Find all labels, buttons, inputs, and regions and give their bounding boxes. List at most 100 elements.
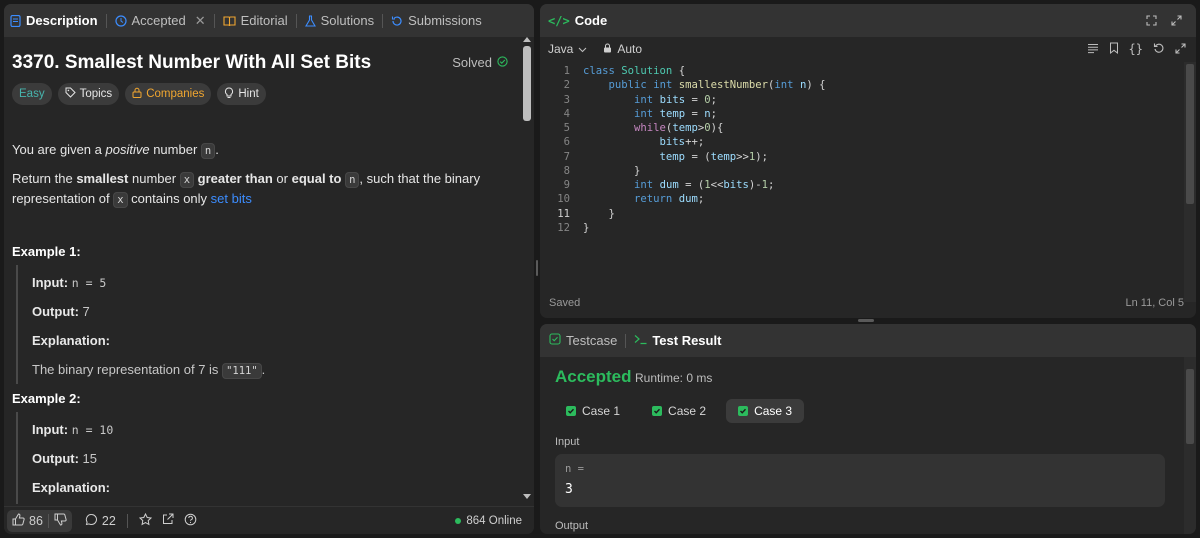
clock-icon [114,14,127,27]
case-tab-selected[interactable]: Case 3 [726,399,805,423]
output-label: Output [555,520,589,532]
fullscreen-icon[interactable] [1175,42,1186,57]
code-text: } [583,207,615,220]
input-var: n = [565,463,584,475]
code-header: </> Code [540,4,1196,37]
line-number: 6 [563,136,570,149]
like-button[interactable]: 86 [7,510,48,532]
line-number: 8 [563,164,570,177]
code-editor[interactable]: 1 class Solution {2 public int smallestNu… [540,62,1184,242]
line-number: 10 [557,193,570,206]
dislike-button[interactable] [49,510,72,532]
result-panel: Testcase Test Result Accepted Runtime: 0… [540,324,1196,534]
code-line[interactable]: 4 int temp = n; [540,107,717,121]
input-label: Input [555,436,580,448]
problem-title: 3370. Smallest Number With All Set Bits [12,52,372,73]
hint-button[interactable]: Hint [217,83,266,105]
help-circle-icon [184,513,197,529]
tab-solutions[interactable]: Solutions [299,4,380,37]
thumbs-up-icon [12,512,25,529]
example-input: Input: n = 5 [32,275,107,290]
example-input: Input: n = 10 [32,422,114,437]
example-1-block: Input: n = 5 Output: 7 Explanation: The … [16,265,496,384]
resize-handle[interactable] [858,319,874,322]
code-text: public int smallestNumber(int n) { [608,79,826,92]
example-2-heading: Example 2: [12,391,81,406]
description-paragraph: You are given a positive number n. [12,142,219,159]
runtime: Runtime: 0 ms [635,371,713,385]
scroll-thumb[interactable] [1186,369,1194,444]
expand-icon[interactable] [1171,14,1182,29]
editor-status-bar: Saved Ln 11, Col 5 [549,297,1184,309]
tab-divider [625,333,627,348]
problem-description: You are given a positive number n. Retur… [12,140,502,208]
tab-divider [213,13,215,28]
code-text: int dum = (1<<bits)-1; [634,179,775,191]
description-scrollbar[interactable] [522,36,532,506]
tab-description[interactable]: Description [4,4,104,37]
example-output: Output: 7 [32,304,90,319]
code-line[interactable]: 10 return dum; [540,192,704,206]
difficulty-badge: Easy [12,83,52,105]
code-text: } [583,221,590,234]
favorite-button[interactable] [134,510,157,532]
case-tab[interactable]: Case 2 [640,399,718,423]
auto-mode[interactable]: Auto [603,42,642,56]
example-1-heading: Example 1: [12,244,81,259]
chevron-down-icon [578,42,587,56]
help-button[interactable] [179,510,202,532]
code-line[interactable]: 12} [540,221,589,235]
tab-code[interactable]: </> Code [540,4,613,37]
check-icon [738,406,749,416]
tab-submissions[interactable]: Submissions [385,4,488,37]
lightbulb-icon [224,86,234,102]
lock-icon [603,42,612,56]
code-line[interactable]: 7 temp = (temp>>1); [540,150,768,164]
set-bits-link[interactable]: set bits [211,191,252,206]
companies-button[interactable]: Companies [125,83,212,105]
code-line[interactable]: 8 } [540,164,641,178]
code-line[interactable]: 11 } [540,207,615,221]
bookmark-icon[interactable] [1109,42,1119,57]
tab-test-result[interactable]: Test Result [628,324,727,357]
line-number: 5 [563,122,570,134]
code-line[interactable]: 5 while(temp>0){ [540,121,724,135]
check-circle-icon [497,55,508,70]
tab-testcase[interactable]: Testcase [540,324,623,357]
code-line[interactable]: 2 public int smallestNumber(int n) { [540,78,826,92]
braces-icon[interactable]: {} [1129,42,1143,56]
language-select[interactable]: Java [548,42,587,56]
check-icon [652,406,663,416]
format-icon[interactable] [1087,42,1099,57]
vertical-resize-handle[interactable] [536,260,538,276]
share-button[interactable] [157,510,179,532]
tab-accepted[interactable]: Accepted ✕ [109,4,212,37]
code-panel: </> Code Java Auto {} 1 class Solution {2… [540,4,1196,318]
description-icon [10,14,21,27]
cursor-position: Ln 11, Col 5 [1125,297,1184,309]
book-icon [223,15,236,27]
example-explanation: The binary representation of 7 is "111". [32,362,266,379]
code-text: int temp = n; [634,107,717,120]
editor-scrollbar[interactable] [1184,62,1196,302]
line-number: 2 [563,79,570,92]
scroll-thumb[interactable] [1186,64,1194,204]
code-line[interactable]: 6 bits++; [540,135,705,149]
topics-button[interactable]: Topics [57,83,120,105]
code-line[interactable]: 9 int dum = (1<<bits)-1; [540,178,775,192]
line-number: 4 [563,107,570,120]
code-line[interactable]: 1 class Solution { [540,64,685,78]
comments-button[interactable]: 22 [80,510,121,532]
maximize-icon[interactable] [1146,14,1157,29]
reset-icon[interactable] [1153,42,1165,57]
description-paragraph: Return the smallest number x greater tha… [12,170,481,208]
code-line[interactable]: 3 int bits = 0; [540,93,717,107]
close-icon[interactable]: ✕ [195,13,206,29]
tab-editorial[interactable]: Editorial [217,4,294,37]
line-number: 1 [563,65,570,77]
input-value: 3 [565,482,573,497]
case-tab[interactable]: Case 1 [554,399,632,423]
result-scrollbar[interactable] [1184,357,1196,534]
online-count: 864 Online [455,515,522,527]
line-number: 9 [563,179,570,191]
